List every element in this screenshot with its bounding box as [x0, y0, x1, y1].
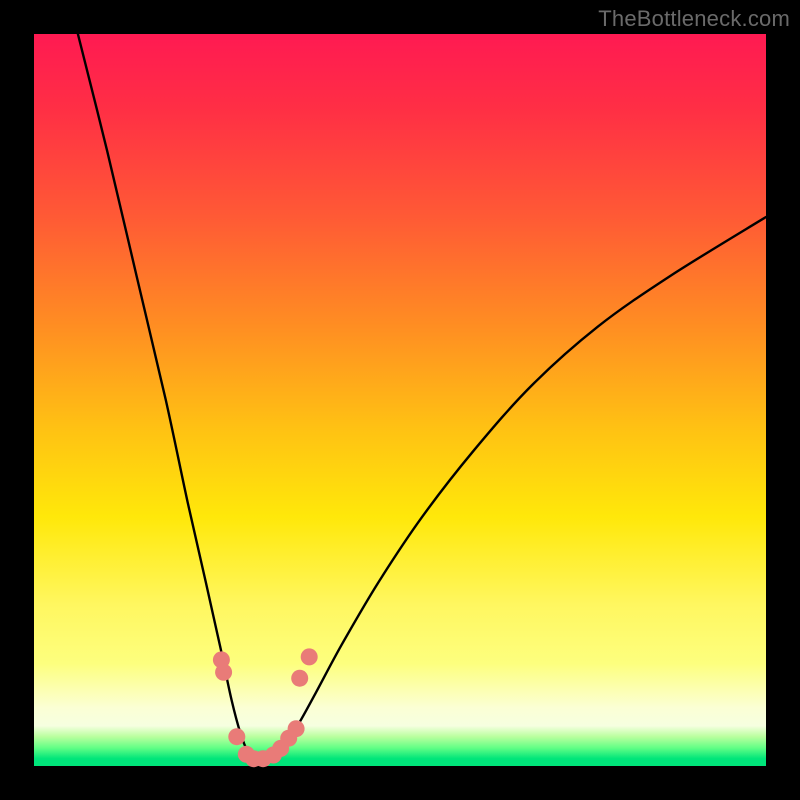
bottleneck-curve-path	[78, 34, 766, 759]
marker-dot	[291, 670, 308, 687]
marker-dot	[228, 728, 245, 745]
marker-dot	[215, 664, 232, 681]
marker-dot	[288, 720, 305, 737]
watermark-text: TheBottleneck.com	[598, 6, 790, 32]
marker-dots	[213, 648, 318, 767]
chart-frame: TheBottleneck.com	[0, 0, 800, 800]
curve-layer	[34, 34, 766, 766]
marker-dot	[301, 648, 318, 665]
